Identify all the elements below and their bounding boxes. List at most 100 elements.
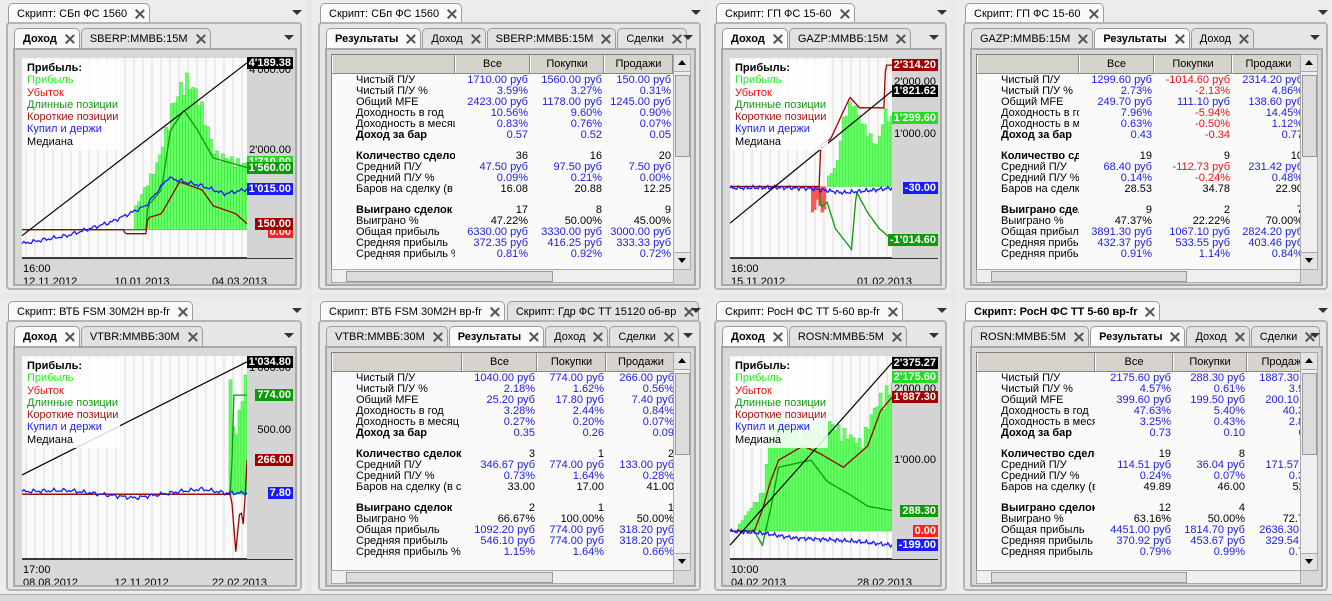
inner-tab[interactable]: Доход bbox=[722, 326, 788, 346]
horizontal-scrollbar[interactable] bbox=[331, 269, 674, 283]
chevron-down-icon[interactable] bbox=[1318, 10, 1328, 15]
scroll-thumb[interactable] bbox=[675, 75, 690, 157]
column-header[interactable]: Покупки bbox=[1154, 55, 1232, 73]
column-header[interactable]: Все bbox=[1079, 55, 1154, 73]
scroll-thumb[interactable] bbox=[1302, 373, 1317, 455]
chevron-down-icon[interactable] bbox=[683, 333, 693, 338]
close-icon[interactable] bbox=[892, 332, 902, 342]
close-icon[interactable] bbox=[65, 34, 75, 44]
script-tab[interactable]: Скрипт: ГП ФС 15-60 bbox=[965, 3, 1104, 23]
inner-tab[interactable]: Доход bbox=[1186, 326, 1250, 346]
scroll-thumb[interactable] bbox=[346, 271, 553, 282]
close-icon[interactable] bbox=[664, 332, 674, 342]
script-tab[interactable]: Скрипт: СБп ФС 1560 bbox=[8, 3, 151, 23]
close-icon[interactable] bbox=[1089, 9, 1099, 19]
scroll-thumb[interactable] bbox=[675, 373, 690, 455]
close-icon[interactable] bbox=[135, 9, 145, 19]
horizontal-scrollbar[interactable] bbox=[331, 570, 674, 584]
close-icon[interactable] bbox=[490, 307, 500, 317]
chevron-down-icon[interactable] bbox=[937, 10, 947, 15]
inner-tab[interactable]: Доход bbox=[422, 28, 486, 48]
scroll-down-button[interactable] bbox=[674, 252, 690, 269]
column-header[interactable]: Покупки bbox=[530, 55, 604, 73]
column-header[interactable]: Продажи bbox=[1247, 353, 1300, 371]
chevron-down-icon[interactable] bbox=[929, 333, 939, 338]
column-header[interactable] bbox=[332, 353, 462, 371]
close-icon[interactable] bbox=[1078, 34, 1088, 44]
inner-tab[interactable]: Доход bbox=[14, 28, 80, 48]
scroll-thumb[interactable] bbox=[991, 572, 1187, 583]
close-icon[interactable] bbox=[1175, 34, 1185, 44]
chevron-down-icon[interactable] bbox=[292, 308, 302, 313]
chevron-down-icon[interactable] bbox=[284, 35, 294, 40]
script-tab[interactable]: Скрипт: ГП ФС 15-60 bbox=[716, 3, 855, 23]
column-header[interactable]: Все bbox=[462, 353, 537, 371]
inner-tab[interactable]: Доход bbox=[14, 326, 80, 346]
scroll-down-button[interactable] bbox=[674, 553, 690, 570]
vertical-scrollbar[interactable] bbox=[673, 54, 691, 270]
column-header[interactable]: Продажи bbox=[604, 55, 673, 73]
close-icon[interactable] bbox=[65, 332, 75, 342]
inner-tab[interactable]: VTBR:ММВБ:30М bbox=[80, 326, 203, 346]
horizontal-scrollbar[interactable] bbox=[976, 570, 1301, 584]
scroll-up-button[interactable] bbox=[674, 55, 690, 72]
close-icon[interactable] bbox=[1145, 307, 1155, 317]
inner-tab[interactable]: GAZP:ММВБ:15М bbox=[971, 28, 1094, 48]
inner-tab[interactable]: Результаты bbox=[1094, 28, 1190, 48]
scroll-thumb[interactable] bbox=[346, 572, 553, 583]
inner-tab[interactable]: VTBR:ММВБ:30М bbox=[326, 326, 448, 346]
chevron-down-icon[interactable] bbox=[683, 35, 693, 40]
column-header[interactable]: Все bbox=[1095, 353, 1173, 371]
script-tab[interactable]: Скрипт: ВТБ FSM 30M2H вр-fr bbox=[8, 301, 193, 321]
close-icon[interactable] bbox=[1074, 332, 1084, 342]
close-icon[interactable] bbox=[178, 307, 188, 317]
scroll-up-button[interactable] bbox=[1301, 55, 1317, 72]
chevron-down-icon[interactable] bbox=[691, 10, 701, 15]
close-icon[interactable] bbox=[896, 34, 906, 44]
chevron-down-icon[interactable] bbox=[691, 308, 701, 313]
close-icon[interactable] bbox=[529, 332, 539, 342]
vertical-scrollbar[interactable] bbox=[1300, 54, 1318, 270]
inner-tab[interactable]: ROSN:ММВБ:5М bbox=[971, 326, 1090, 346]
close-icon[interactable] bbox=[773, 332, 783, 342]
chevron-down-icon[interactable] bbox=[937, 308, 947, 313]
close-icon[interactable] bbox=[1239, 34, 1249, 44]
close-icon[interactable] bbox=[601, 34, 611, 44]
close-icon[interactable] bbox=[888, 307, 898, 317]
close-icon[interactable] bbox=[593, 332, 603, 342]
column-header[interactable]: Продажи bbox=[606, 353, 673, 371]
close-icon[interactable] bbox=[840, 9, 850, 19]
inner-tab[interactable]: Сделки bbox=[617, 28, 687, 48]
column-header[interactable]: Продажи bbox=[1232, 55, 1300, 73]
inner-tab[interactable]: Результаты bbox=[448, 326, 545, 346]
column-header[interactable] bbox=[332, 55, 455, 73]
close-icon[interactable] bbox=[471, 34, 481, 44]
chevron-down-icon[interactable] bbox=[1310, 35, 1320, 40]
inner-tab[interactable]: GAZP:ММВБ:15М bbox=[788, 28, 912, 48]
chevron-down-icon[interactable] bbox=[929, 35, 939, 40]
column-header[interactable] bbox=[977, 55, 1079, 73]
close-icon[interactable] bbox=[406, 34, 416, 44]
close-icon[interactable] bbox=[188, 332, 198, 342]
inner-tab[interactable]: SBERP:ММВБ:15М bbox=[486, 28, 617, 48]
inner-tab[interactable]: SBERP:ММВБ:15М bbox=[80, 28, 211, 48]
close-icon[interactable] bbox=[1235, 332, 1245, 342]
column-header[interactable]: Все bbox=[455, 55, 530, 73]
chevron-down-icon[interactable] bbox=[1310, 333, 1320, 338]
script-tab[interactable]: Скрипт: ВТБ FSM 30M2H вр-fr bbox=[320, 301, 505, 321]
inner-tab[interactable]: Сделки bbox=[609, 326, 679, 346]
script-tab[interactable]: Скрипт: СБп ФС 1560 bbox=[320, 3, 463, 23]
inner-tab[interactable]: Результаты bbox=[1090, 326, 1186, 346]
inner-tab[interactable]: ROSN:ММВБ:5М bbox=[788, 326, 907, 346]
vertical-scrollbar[interactable] bbox=[1300, 352, 1318, 571]
script-tab[interactable]: Скрипт: Гдр ФС ТТ 15120 об-вр bbox=[506, 301, 700, 321]
inner-tab[interactable]: Результаты bbox=[326, 28, 422, 48]
scroll-up-button[interactable] bbox=[674, 353, 690, 370]
chevron-down-icon[interactable] bbox=[1318, 308, 1328, 313]
inner-tab[interactable]: Доход bbox=[722, 28, 788, 48]
close-icon[interactable] bbox=[433, 332, 443, 342]
scroll-up-button[interactable] bbox=[1301, 353, 1317, 370]
close-icon[interactable] bbox=[773, 34, 783, 44]
close-icon[interactable] bbox=[1170, 332, 1180, 342]
column-header[interactable]: Покупки bbox=[1173, 353, 1247, 371]
